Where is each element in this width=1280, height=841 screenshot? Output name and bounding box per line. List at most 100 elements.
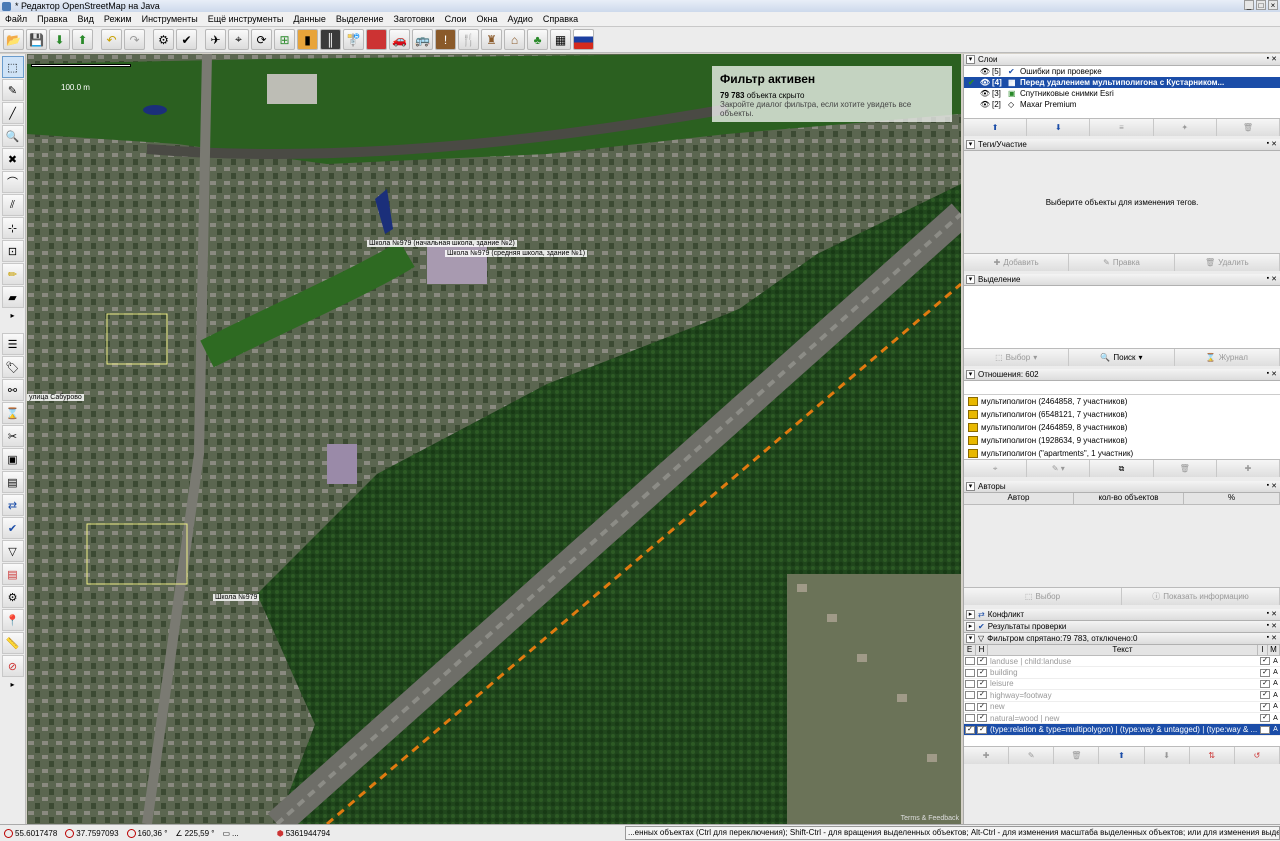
filter-col-e[interactable]: E xyxy=(964,645,976,655)
hide-checkbox[interactable]: ✓ xyxy=(977,679,987,688)
menu-more-tools[interactable]: Ещё инструменты xyxy=(203,14,289,24)
terms-link[interactable]: Terms & Feedback xyxy=(901,815,959,822)
enabled-checkbox[interactable]: ✓ xyxy=(965,725,975,734)
improve-way-icon[interactable]: ⊡ xyxy=(1,240,24,262)
collapse-icon[interactable]: ▾ xyxy=(966,275,975,284)
menu-view[interactable]: Вид xyxy=(73,14,99,24)
menu-presets[interactable]: Заготовки xyxy=(389,14,440,24)
inverse-checkbox[interactable] xyxy=(1260,725,1270,734)
eye-icon[interactable]: 👁 xyxy=(978,89,992,98)
selection-list[interactable] xyxy=(964,286,1280,348)
filter-mode[interactable]: A xyxy=(1271,680,1280,687)
show-info-button[interactable]: ⓘ Показать информацию xyxy=(1122,588,1280,605)
move-filter-down-button[interactable]: ⬇ xyxy=(1144,746,1190,764)
author-column[interactable]: Автор xyxy=(964,493,1074,504)
map-view[interactable]: 100.0 m Фильтр активен 79 783 объекта ск… xyxy=(27,54,961,824)
map-label-street[interactable]: улица Сабурово xyxy=(27,394,84,401)
select-tool-icon[interactable]: ⬚ xyxy=(1,56,24,78)
upload-icon[interactable]: ⬆ xyxy=(72,29,93,50)
pin-icon[interactable]: ▪ xyxy=(1267,622,1269,630)
preferences-icon[interactable]: ⚙ xyxy=(153,29,174,50)
hide-checkbox[interactable]: ✓ xyxy=(977,725,987,734)
relation-row[interactable]: мультиполигон ("apartments", 1 участник) xyxy=(964,447,1280,459)
undo-icon[interactable]: ↶ xyxy=(101,29,122,50)
inverse-checkbox[interactable]: ✓ xyxy=(1260,668,1270,677)
filter-mode[interactable]: A xyxy=(1271,726,1280,733)
delete-tag-button[interactable]: 🗑 Удалить xyxy=(1174,254,1280,271)
lasso-tool-icon[interactable]: ⌒ xyxy=(1,171,24,193)
collapse-icon[interactable]: ▾ xyxy=(966,140,975,149)
filter-mode[interactable]: A xyxy=(1271,703,1280,710)
zoom-tool-icon[interactable]: 🔍 xyxy=(1,125,24,147)
enabled-checkbox[interactable] xyxy=(965,657,975,666)
line-tool-icon[interactable]: ╱ xyxy=(1,102,24,124)
relation-row[interactable]: мультиполигон (2464858, 7 участников) xyxy=(964,395,1280,408)
menu-mode[interactable]: Режим xyxy=(99,14,137,24)
sort-filter-button[interactable]: ⇅ xyxy=(1189,746,1235,764)
close-icon[interactable]: ✕ xyxy=(1271,482,1277,490)
filter-col-h[interactable]: H xyxy=(976,645,988,655)
layer-properties-button[interactable]: ✦ xyxy=(1153,119,1217,136)
minimize-button[interactable]: _ xyxy=(1244,0,1254,10)
no-entry-icon[interactable]: ⊘ xyxy=(1,655,24,677)
duplicate-relation-button[interactable]: ⧉ xyxy=(1090,460,1154,477)
checkers-icon[interactable]: ▦ xyxy=(550,29,571,50)
filter-icon[interactable]: ▽ xyxy=(1,540,24,562)
wireframe-icon[interactable]: ✈ xyxy=(205,29,226,50)
hide-checkbox[interactable]: ✓ xyxy=(977,714,987,723)
tree-icon[interactable]: ♣ xyxy=(527,29,548,50)
validator-icon[interactable]: ✔ xyxy=(1,517,24,539)
conflict-panel-header[interactable]: ▸ ⇄ Конфликт ▪ ✕ xyxy=(964,609,1280,621)
percent-column[interactable]: % xyxy=(1184,493,1280,504)
eye-icon[interactable]: 👁 xyxy=(978,100,992,109)
filter-row-active[interactable]: ✓ ✓ (type:relation & type=multipolygon) | … xyxy=(964,724,1280,736)
save-icon[interactable]: 💾 xyxy=(26,29,47,50)
menu-file[interactable]: Файл xyxy=(0,14,32,24)
factory-icon[interactable]: ⌂ xyxy=(504,29,525,50)
pin-icon[interactable]: ▪ xyxy=(1267,634,1269,642)
collapse-icon[interactable]: ▾ xyxy=(966,634,975,643)
measure-icon[interactable]: 📏 xyxy=(1,632,24,654)
relations-filter-input[interactable] xyxy=(964,381,1280,395)
split-tool-icon[interactable]: ⊹ xyxy=(1,217,24,239)
search-button[interactable]: 🔍 Поиск ▾ xyxy=(1069,349,1175,366)
redo-icon[interactable]: ↷ xyxy=(124,29,145,50)
road-icon[interactable]: ║ xyxy=(320,29,341,50)
filter-panel-header[interactable]: ▾ ▽ Фильтром спрятано:79 783, отключено:… xyxy=(964,633,1280,645)
history-button[interactable]: ⌛ Журнал xyxy=(1174,349,1280,366)
toggle-panel-icon[interactable]: ☰ xyxy=(1,333,24,355)
area-icon[interactable] xyxy=(366,29,387,50)
map-paint-icon[interactable]: ▣ xyxy=(1,448,24,470)
layer-row[interactable]: 👁 [3] ▣ Спутниковые снимки Esri xyxy=(964,88,1280,99)
menu-edit[interactable]: Правка xyxy=(32,14,72,24)
open-icon[interactable]: 📂 xyxy=(3,29,24,50)
filter-row[interactable]: ✓ highway=footway ✓ A xyxy=(964,690,1280,702)
changeset-icon[interactable]: ▤ xyxy=(1,563,24,585)
edit-filter-button[interactable]: ✎ xyxy=(1009,746,1055,764)
authors-select-button[interactable]: ⬚ Выбор xyxy=(964,588,1122,605)
filter-col-i[interactable]: I xyxy=(1258,645,1268,655)
add-tag-button[interactable]: ✚ Добавить xyxy=(964,254,1070,271)
enabled-checkbox[interactable] xyxy=(965,702,975,711)
inverse-checkbox[interactable]: ✓ xyxy=(1260,691,1270,700)
eye-icon[interactable]: 👁 xyxy=(978,78,992,87)
map-label-school[interactable]: Школа №979 xyxy=(213,594,260,601)
relations-panel-header[interactable]: ▾ Отношения: 602 ▪ ✕ xyxy=(964,369,1280,381)
parallel-tool-icon[interactable]: ⫽ xyxy=(1,194,24,216)
relation-row[interactable]: мультиполигон (2464859, 8 участников) xyxy=(964,421,1280,434)
close-button[interactable]: × xyxy=(1268,0,1278,10)
selection-panel-header[interactable]: ▾ Выделение ▪ ✕ xyxy=(964,274,1280,286)
layer-row[interactable]: 👁 [2] ◇ Maxar Premium xyxy=(964,99,1280,110)
move-filter-up-button[interactable]: ⬆ xyxy=(1099,746,1145,764)
pin-icon[interactable]: ▪ xyxy=(1267,55,1269,63)
add-filter-button[interactable]: ✚ xyxy=(964,746,1010,764)
tag-icon[interactable]: 🏷 xyxy=(1,356,24,378)
pin-icon[interactable]: ▪ xyxy=(1267,140,1269,148)
count-column[interactable]: кол-во объектов xyxy=(1074,493,1184,504)
inverse-checkbox[interactable]: ✓ xyxy=(1260,702,1270,711)
inverse-checkbox[interactable]: ✓ xyxy=(1260,679,1270,688)
pin-icon[interactable]: ▪ xyxy=(1267,370,1269,378)
close-icon[interactable]: ✕ xyxy=(1271,140,1277,148)
select-button[interactable]: ⬚ Выбор ▾ xyxy=(964,349,1070,366)
tools-icon[interactable]: ✂ xyxy=(1,425,24,447)
